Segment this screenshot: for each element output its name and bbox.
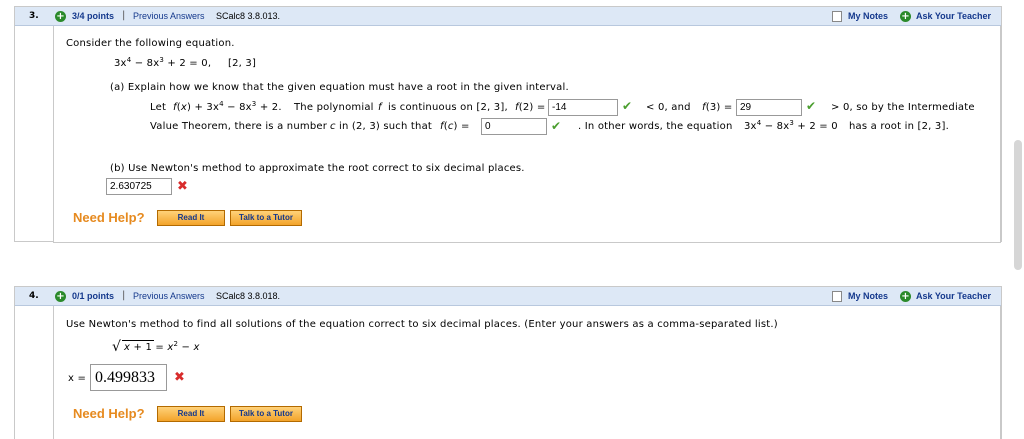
- has-root-text: has a root in [2, 3].: [849, 121, 949, 132]
- let-text: Let: [150, 102, 167, 113]
- f3-check-icon: ✔: [806, 99, 817, 113]
- ivt-text: Value Theorem, there is a number: [150, 121, 328, 132]
- sqrt-sign: √: [112, 339, 122, 355]
- question-4-body: Use Newton's method to find all solution…: [53, 306, 1001, 439]
- ask-teacher-link[interactable]: Ask Your Teacher: [916, 11, 991, 21]
- my-notes-checkbox-icon[interactable]: [832, 291, 842, 302]
- points-link[interactable]: 0/1 points: [72, 291, 114, 301]
- previous-answers-link[interactable]: Previous Answers: [133, 11, 205, 21]
- ask-teacher-plus-icon[interactable]: +: [900, 291, 911, 302]
- x-answer-input[interactable]: [90, 364, 167, 391]
- source-label: SCalc8 3.8.018.: [216, 291, 281, 301]
- question-3-header: 3. + 3/4 points | Previous Answers SCalc…: [15, 7, 1001, 26]
- equation: 3x4 − 8x3 + 2 = 0,: [114, 56, 212, 70]
- f2-label: f(2) =: [515, 102, 546, 113]
- previous-answers-link[interactable]: Previous Answers: [133, 291, 205, 301]
- continuous-text: is continuous on [2, 3],: [388, 102, 508, 113]
- question-number: 3.: [29, 11, 39, 21]
- source-label: SCalc8 3.8.013.: [216, 11, 281, 21]
- c-symbol: c: [330, 121, 336, 132]
- other-words-text: . In other words, the equation: [578, 121, 733, 132]
- my-notes-checkbox-icon[interactable]: [832, 11, 842, 22]
- talk-tutor-button[interactable]: Talk to a Tutor: [230, 210, 302, 226]
- part-b-text: (b) Use Newton's method to approximate t…: [110, 163, 525, 174]
- scrollbar[interactable]: [1014, 140, 1022, 270]
- expand-plus-icon[interactable]: +: [55, 11, 66, 22]
- talk-tutor-button[interactable]: Talk to a Tutor: [230, 406, 302, 422]
- my-notes-link[interactable]: My Notes: [848, 11, 888, 21]
- x-cross-icon: ✖: [174, 370, 185, 385]
- f2-check-icon: ✔: [622, 99, 633, 113]
- need-help-label: Need Help?: [73, 210, 145, 225]
- question-3: 3. + 3/4 points | Previous Answers SCalc…: [14, 6, 1002, 243]
- such-that-text: in (2, 3) such that: [339, 121, 433, 132]
- f-definition: f(x) + 3x4 − 8x3 + 2.: [173, 100, 282, 114]
- question-3-body: Consider the following equation. 3x4 − 8…: [53, 26, 1001, 243]
- read-it-button[interactable]: Read It: [157, 210, 225, 226]
- points-link[interactable]: 3/4 points: [72, 11, 114, 21]
- part-a-text: (a) Explain how we know that the given e…: [110, 82, 569, 93]
- question-number: 4.: [29, 291, 39, 301]
- question-4-header: 4. + 0/1 points | Previous Answers SCalc…: [15, 287, 1001, 306]
- lt-zero-text: < 0, and: [646, 102, 691, 113]
- sqrt-bar: [122, 340, 154, 341]
- separator: |: [122, 290, 126, 301]
- fc-input[interactable]: [481, 118, 547, 135]
- polynomial-text: The polynomial: [294, 102, 374, 113]
- equation-repeat: 3x4 − 8x3 + 2 = 0: [744, 119, 838, 133]
- interval: [2, 3]: [228, 58, 257, 69]
- expand-plus-icon[interactable]: +: [55, 291, 66, 302]
- fc-label: f(c) =: [440, 121, 470, 132]
- gt-zero-text: > 0, so by the Intermediate: [831, 102, 975, 113]
- fc-check-icon: ✔: [551, 119, 562, 133]
- prompt-text: Use Newton's method to find all solution…: [66, 319, 778, 330]
- separator: |: [122, 10, 126, 21]
- intro-text: Consider the following equation.: [66, 38, 235, 49]
- f-symbol: f: [378, 102, 382, 113]
- part-b-input[interactable]: [106, 178, 172, 195]
- my-notes-link[interactable]: My Notes: [848, 291, 888, 301]
- part-b-cross-icon: ✖: [177, 179, 188, 194]
- question-4: 4. + 0/1 points | Previous Answers SCalc…: [14, 286, 1002, 439]
- f2-input[interactable]: [548, 99, 618, 116]
- ask-teacher-plus-icon[interactable]: +: [900, 11, 911, 22]
- ask-teacher-link[interactable]: Ask Your Teacher: [916, 291, 991, 301]
- read-it-button[interactable]: Read It: [157, 406, 225, 422]
- equation-4: x + 1 = x2 − x: [124, 340, 200, 354]
- f3-label: f(3) =: [702, 102, 733, 113]
- f3-input[interactable]: [736, 99, 802, 116]
- need-help-label: Need Help?: [73, 406, 145, 421]
- x-label: x =: [68, 373, 87, 384]
